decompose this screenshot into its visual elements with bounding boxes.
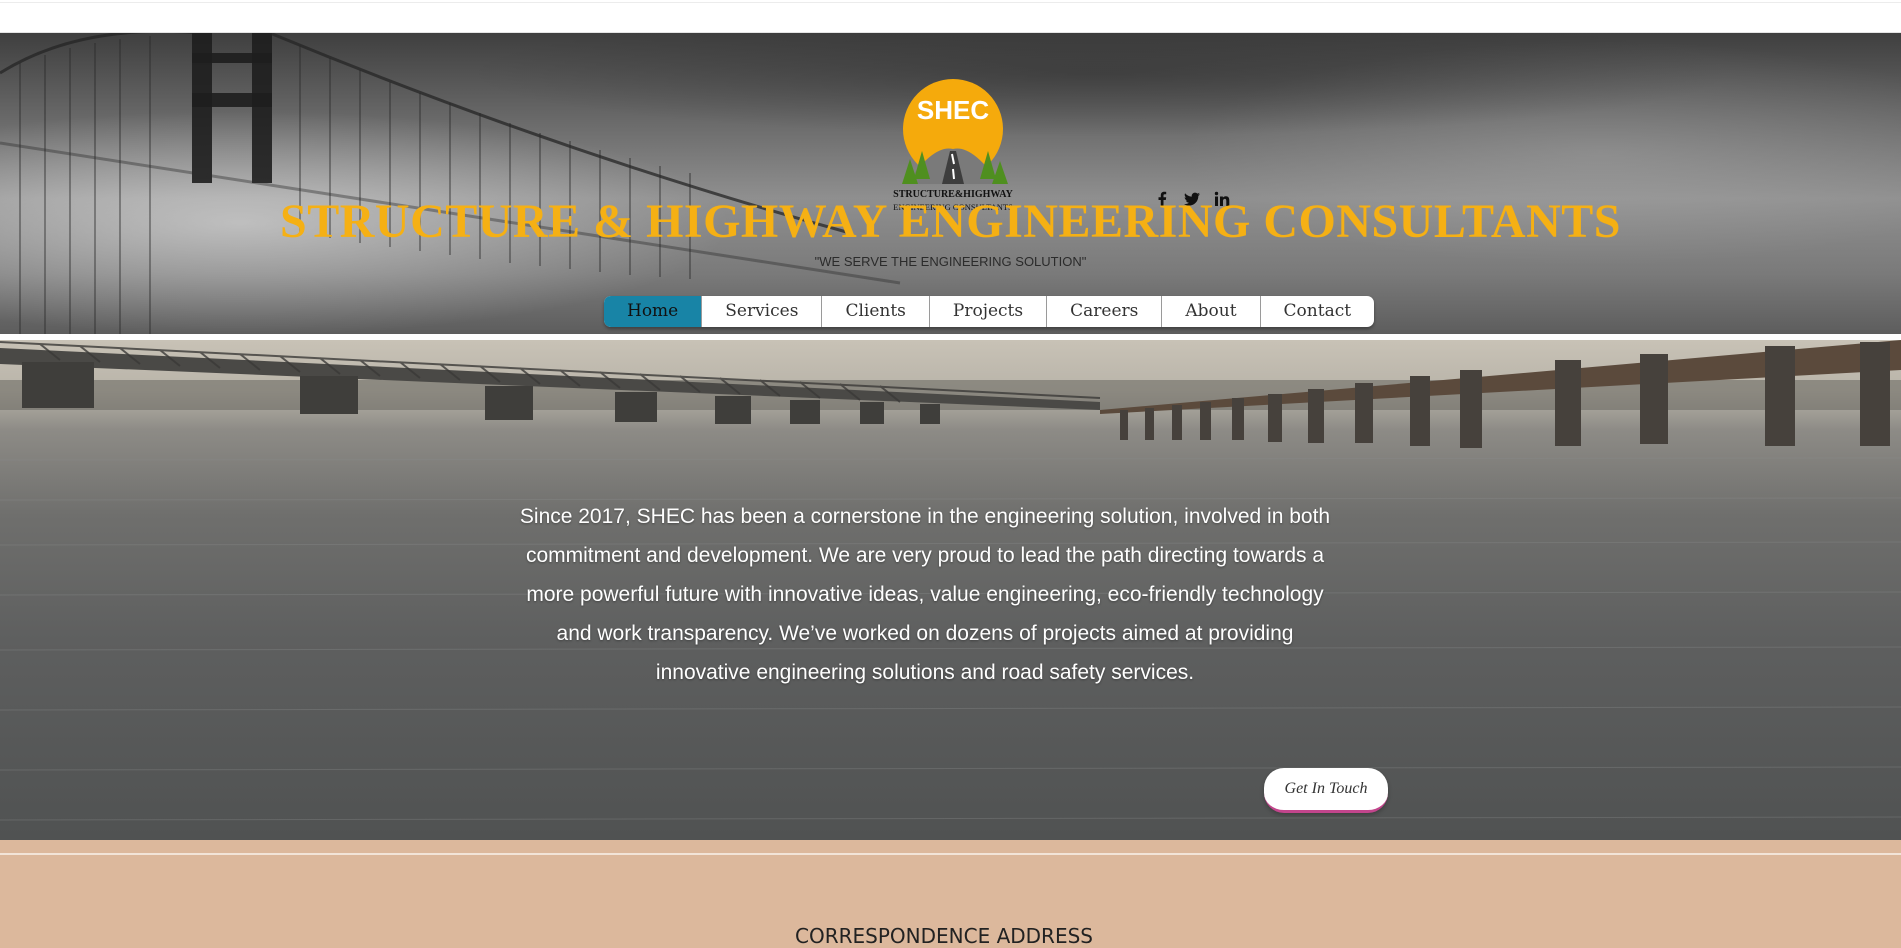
footer-section: CORRESPONDENCE ADDRESS — [0, 840, 1901, 948]
site-title: STRUCTURE & HIGHWAY ENGINEERING CONSULTA… — [280, 195, 1621, 248]
get-in-touch-button[interactable]: Get In Touch — [1264, 768, 1388, 813]
site-tagline: "WE SERVE THE ENGINEERING SOLUTION" — [814, 254, 1087, 269]
nav-projects[interactable]: Projects — [930, 296, 1048, 327]
header-banner: SHEC STRUCTURE&HIGHWAY ENGINEERING CONSU… — [0, 33, 1901, 334]
hero-description: Since 2017, SHEC has been a cornerstone … — [519, 505, 1331, 684]
nav-services[interactable]: Services — [702, 296, 823, 327]
nav-careers[interactable]: Careers — [1047, 296, 1163, 327]
top-strip — [0, 0, 1901, 33]
nav-about[interactable]: About — [1162, 296, 1261, 327]
nav-contact[interactable]: Contact — [1261, 296, 1375, 327]
nav-home[interactable]: Home — [604, 296, 703, 327]
main-nav: Home Services Clients Projects Careers A… — [604, 296, 1375, 327]
nav-clients[interactable]: Clients — [822, 296, 930, 327]
hero-section: Since 2017, SHEC has been a cornerstone … — [0, 340, 1901, 840]
logo-abbreviation: SHEC — [917, 95, 989, 125]
correspondence-address-heading: CORRESPONDENCE ADDRESS — [795, 924, 1093, 948]
footer-divider — [0, 853, 1901, 855]
top-divider — [0, 2, 1901, 3]
